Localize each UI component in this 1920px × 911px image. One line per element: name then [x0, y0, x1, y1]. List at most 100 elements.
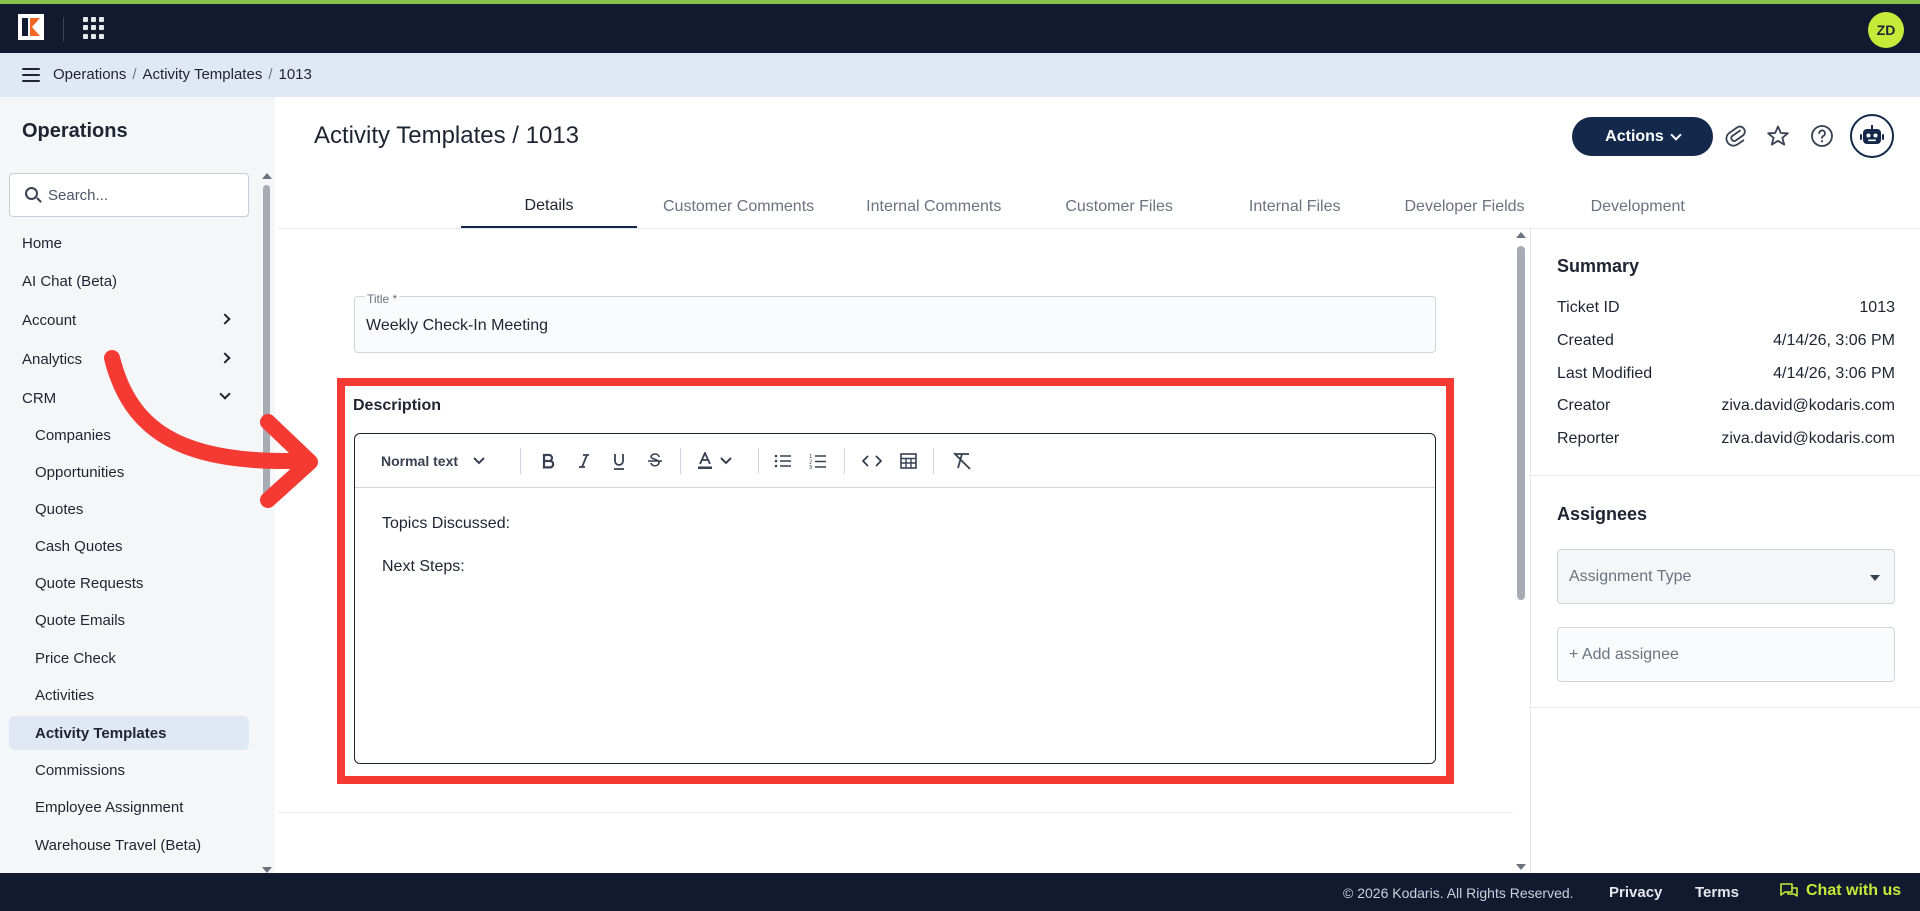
- sidebar-item-price-check[interactable]: Price Check: [9, 641, 249, 675]
- add-assignee-label: + Add assignee: [1569, 645, 1679, 663]
- tab-customer-comments[interactable]: Customer Comments: [637, 186, 840, 228]
- breadcrumb-item-operations[interactable]: Operations: [53, 66, 126, 83]
- panel-divider: [1531, 475, 1920, 476]
- sidebar-item-quote-emails[interactable]: Quote Emails: [9, 603, 249, 637]
- top-bar: ZD: [0, 0, 1920, 53]
- summary-heading: Summary: [1557, 256, 1640, 276]
- sidebar-item-employee-assignment[interactable]: Employee Assignment: [9, 790, 249, 824]
- tab-developer-fields[interactable]: Developer Fields: [1379, 186, 1551, 228]
- sidebar-item-quotes[interactable]: Quotes: [9, 492, 249, 526]
- numbered-list-icon[interactable]: 123: [808, 450, 828, 472]
- ai-assistant-button[interactable]: [1850, 114, 1894, 158]
- sidebar-item-label: Activity Templates: [35, 724, 167, 742]
- toolbar-divider: [680, 448, 681, 474]
- scrollbar-thumb[interactable]: [1517, 246, 1525, 600]
- star-icon[interactable]: [1764, 122, 1792, 150]
- summary-row-reporter: Reporter ziva.david@kodaris.com: [1557, 430, 1895, 450]
- help-icon[interactable]: [1808, 122, 1836, 150]
- scroll-up-icon[interactable]: [262, 173, 272, 179]
- scroll-up-icon[interactable]: [1516, 232, 1526, 238]
- title-field[interactable]: Title * Weekly Check-In Meeting: [354, 292, 1436, 353]
- sidebar-item-label: Home: [22, 234, 63, 252]
- sidebar-item-label: Employee Assignment: [35, 798, 184, 816]
- paperclip-icon[interactable]: [1722, 122, 1750, 150]
- summary-panel: Summary Ticket ID 1013 Created 4/14/26, 3:…: [1530, 229, 1920, 873]
- menu-icon[interactable]: [22, 68, 40, 82]
- code-icon[interactable]: [861, 450, 883, 472]
- chat-with-us-button[interactable]: Chat with us: [1780, 882, 1901, 900]
- breadcrumb: Operations / Activity Templates / 1013: [53, 66, 312, 83]
- summary-value: 1013: [1859, 299, 1895, 316]
- caret-down-icon: [1870, 575, 1880, 581]
- sidebar-item-label: Companies: [35, 426, 111, 444]
- chat-icon: [1780, 883, 1798, 897]
- editor-line: Next Steps:: [382, 558, 465, 575]
- sidebar-search-input[interactable]: Search...: [9, 173, 249, 217]
- tab-details[interactable]: Details: [461, 186, 637, 228]
- terms-link[interactable]: Terms: [1695, 884, 1739, 901]
- assignment-type-placeholder: Assignment Type: [1569, 567, 1692, 585]
- sidebar-item-crm[interactable]: CRM: [9, 381, 249, 415]
- tab-internal-comments[interactable]: Internal Comments: [840, 186, 1027, 228]
- sidebar-item-ai-chat[interactable]: AI Chat (Beta): [9, 264, 249, 298]
- bold-icon[interactable]: [539, 450, 557, 472]
- content-scrollbar[interactable]: [1516, 232, 1526, 870]
- summary-row-created: Created 4/14/26, 3:06 PM: [1557, 332, 1895, 352]
- actions-button[interactable]: Actions: [1572, 117, 1713, 156]
- breadcrumb-separator: /: [132, 66, 137, 83]
- sidebar-scrollbar[interactable]: [262, 173, 272, 873]
- breadcrumb-item-current: 1013: [278, 66, 312, 83]
- text-color-icon[interactable]: [697, 450, 733, 472]
- sidebar-item-warehouse-travel[interactable]: Warehouse Travel (Beta): [9, 828, 249, 862]
- tab-development[interactable]: Development: [1551, 186, 1725, 228]
- toolbar-divider: [844, 448, 845, 474]
- chevron-right-icon: [219, 313, 231, 325]
- user-avatar[interactable]: ZD: [1868, 12, 1904, 48]
- assignment-type-select[interactable]: Assignment Type: [1557, 549, 1895, 604]
- add-assignee-input[interactable]: + Add assignee: [1557, 627, 1895, 682]
- sidebar-item-companies[interactable]: Companies: [9, 418, 249, 452]
- sidebar-item-cash-quotes[interactable]: Cash Quotes: [9, 529, 249, 563]
- sidebar-item-home[interactable]: Home: [9, 226, 249, 260]
- summary-value: ziva.david@kodaris.com: [1721, 430, 1895, 447]
- sidebar-item-opportunities[interactable]: Opportunities: [9, 455, 249, 489]
- sidebar-item-activity-templates[interactable]: Activity Templates: [9, 716, 249, 750]
- underline-icon[interactable]: [610, 450, 628, 472]
- tab-customer-files[interactable]: Customer Files: [1027, 186, 1211, 228]
- sidebar-item-activities[interactable]: Activities: [9, 678, 249, 712]
- sidebar-item-label: CRM: [22, 389, 57, 407]
- sidebar-item-label: Quote Requests: [35, 574, 144, 592]
- search-placeholder: Search...: [48, 186, 109, 204]
- sidebar-item-analytics[interactable]: Analytics: [9, 342, 249, 376]
- breadcrumb-separator: /: [268, 66, 273, 83]
- topbar-divider: [63, 17, 64, 41]
- strikethrough-icon[interactable]: [646, 450, 664, 472]
- summary-key: Ticket ID: [1557, 299, 1620, 316]
- tab-internal-files[interactable]: Internal Files: [1211, 186, 1379, 228]
- summary-row-creator: Creator ziva.david@kodaris.com: [1557, 397, 1895, 417]
- breadcrumb-item-activity-templates[interactable]: Activity Templates: [143, 66, 263, 83]
- section-divider: [278, 812, 1513, 813]
- italic-icon[interactable]: [575, 450, 593, 472]
- editor-content[interactable]: Topics Discussed: Next Steps:: [382, 514, 510, 600]
- block-format-select[interactable]: Normal text: [381, 450, 486, 472]
- toolbar-divider: [758, 448, 759, 474]
- description-editor[interactable]: Normal text 123 Topics Discussed: Next S…: [354, 433, 1436, 764]
- assignees-heading: Assignees: [1557, 504, 1648, 524]
- privacy-link[interactable]: Privacy: [1609, 884, 1662, 901]
- table-icon[interactable]: [899, 450, 917, 472]
- sidebar-item-account[interactable]: Account: [9, 303, 249, 337]
- kodaris-logo-icon[interactable]: [18, 14, 44, 40]
- scroll-down-icon[interactable]: [1516, 864, 1526, 870]
- sidebar-item-commissions[interactable]: Commissions: [9, 753, 249, 787]
- scrollbar-thumb[interactable]: [263, 185, 270, 503]
- summary-key: Creator: [1557, 397, 1611, 414]
- sidebar-item-label: Opportunities: [35, 463, 125, 481]
- clear-formatting-icon[interactable]: [951, 450, 973, 472]
- page-title: Activity Templates / 1013: [314, 122, 580, 149]
- sidebar-item-quote-requests[interactable]: Quote Requests: [9, 566, 249, 600]
- bullet-list-icon[interactable]: [773, 450, 793, 472]
- sidebar-item-label: Activities: [35, 686, 95, 704]
- sidebar-item-label: Cash Quotes: [35, 537, 123, 555]
- apps-grid-icon[interactable]: [83, 17, 105, 39]
